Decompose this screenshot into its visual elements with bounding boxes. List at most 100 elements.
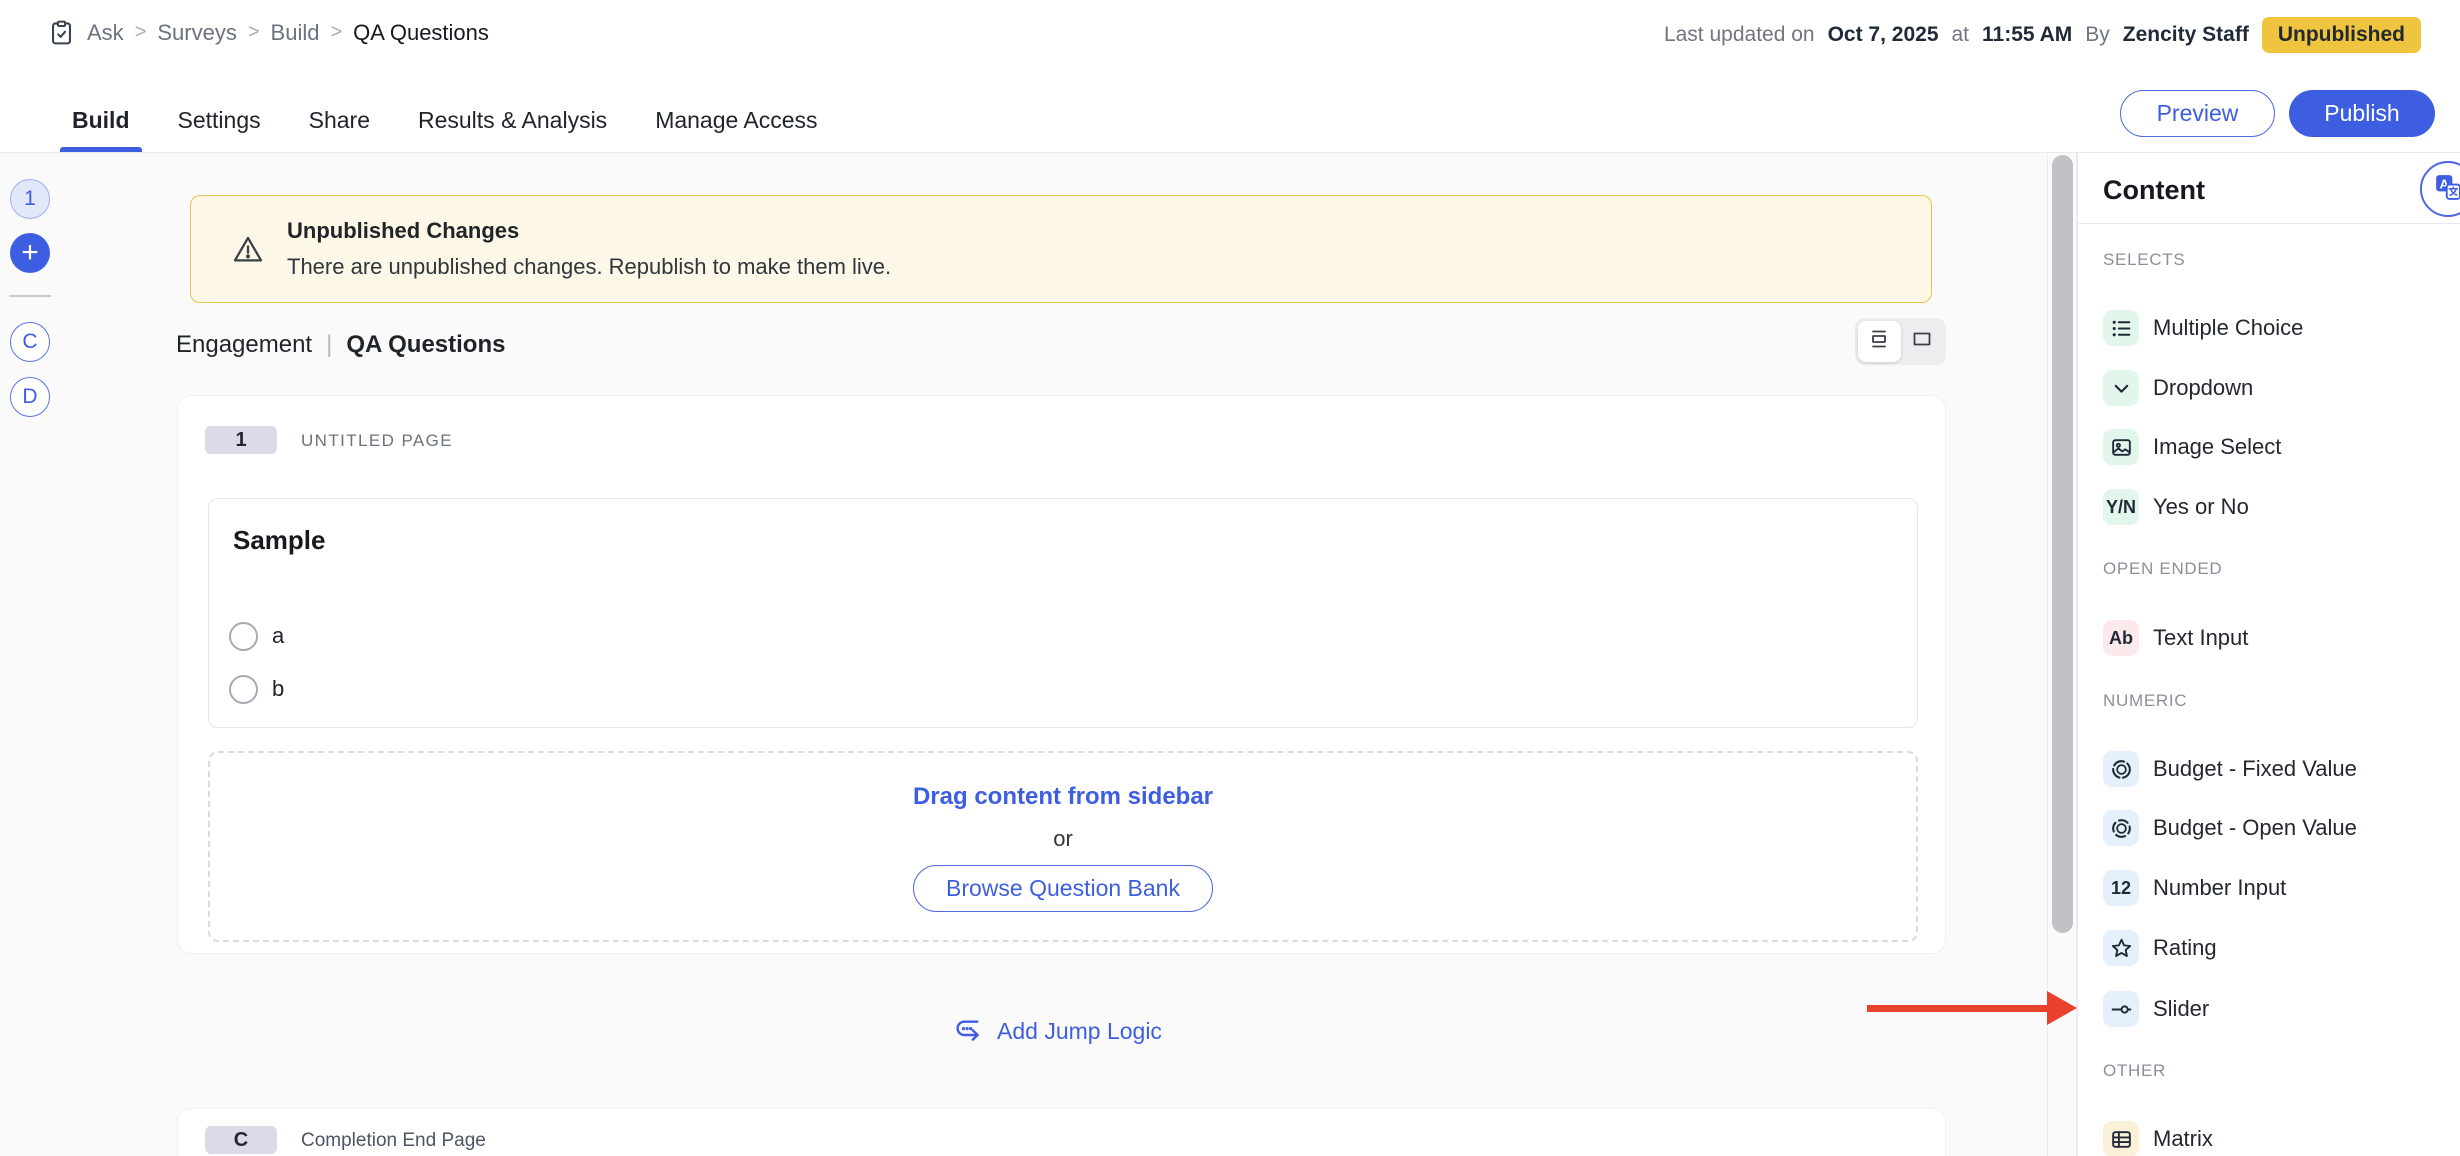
preview-button[interactable]: Preview: [2120, 90, 2275, 137]
rows-view-toggle[interactable]: [1858, 321, 1901, 362]
section-label-selects: SELECTS: [2103, 250, 2186, 269]
content-item-slider[interactable]: Slider: [2103, 982, 2452, 1036]
image-select-icon: [2103, 429, 2139, 465]
translate-button[interactable]: A: [2420, 161, 2460, 217]
banner-message: There are unpublished changes. Republish…: [287, 254, 892, 279]
red-arrow-annotation-head: [2047, 991, 2077, 1025]
content-item-label: Text Input: [2153, 625, 2249, 650]
completion-badge: C: [205, 1126, 277, 1154]
budget-fixed-icon: [2103, 751, 2139, 787]
content-panel-title: Content: [2103, 175, 2205, 205]
content-item-rating[interactable]: Rating: [2103, 921, 2452, 975]
budget-open-icon: [2103, 810, 2139, 846]
content-item-label: Budget - Fixed Value: [2153, 756, 2357, 781]
rail-page-1-button[interactable]: 1: [10, 179, 50, 219]
card-view-toggle[interactable]: [1901, 321, 1944, 362]
panel-divider: [2078, 223, 2460, 224]
content-item-label: Dropdown: [2153, 375, 2254, 400]
tab-build[interactable]: Build: [60, 88, 141, 152]
jump-logic-icon: [952, 1013, 984, 1050]
content-item-budget-fixed-value[interactable]: Budget - Fixed Value: [2103, 742, 2452, 796]
question-title: Sample: [233, 525, 326, 555]
content-item-number-input[interactable]: 12 Number Input: [2103, 861, 2452, 915]
survey-page-card: 1 UNTITLED PAGE Sample a b Drag content …: [177, 395, 1946, 954]
yes-no-icon: Y/N: [2103, 489, 2139, 525]
slider-icon: [2103, 991, 2139, 1027]
content-item-label: Yes or No: [2153, 494, 2249, 519]
content-item-label: Budget - Open Value: [2153, 815, 2357, 840]
main-tabs: Build Settings Share Results & Analysis …: [60, 88, 818, 152]
breadcrumb-item-ask[interactable]: Ask: [87, 20, 124, 46]
section-label-open-ended: OPEN ENDED: [2103, 559, 2223, 578]
tab-manage-access[interactable]: Manage Access: [655, 88, 817, 152]
content-item-budget-open-value[interactable]: Budget - Open Value: [2103, 801, 2452, 855]
path-divider: |: [326, 331, 333, 358]
section-label-other: OTHER: [2103, 1061, 2166, 1080]
rail-divider: [9, 295, 51, 297]
radio-option-b[interactable]: [229, 674, 258, 704]
content-item-image-select[interactable]: Image Select: [2103, 420, 2452, 474]
multiple-choice-icon: [2103, 310, 2139, 346]
jump-logic-label: Add Jump Logic: [997, 1017, 1162, 1044]
banner-title: Unpublished Changes: [287, 218, 520, 243]
unpublished-changes-banner: Unpublished Changes There are unpublishe…: [190, 195, 1932, 303]
rows-view-icon: [1867, 327, 1891, 356]
breadcrumb-item-build[interactable]: Build: [271, 20, 320, 46]
by-label: By: [2085, 23, 2110, 46]
rail-disqualification-button[interactable]: D: [10, 377, 50, 417]
content-item-matrix[interactable]: Matrix: [2103, 1112, 2452, 1156]
tab-settings[interactable]: Settings: [178, 88, 261, 152]
browse-question-bank-button[interactable]: Browse Question Bank: [913, 865, 1213, 912]
content-drop-zone[interactable]: Drag content from sidebar or Browse Ques…: [208, 751, 1918, 942]
red-arrow-annotation-line: [1867, 1005, 2049, 1012]
vertical-scrollbar-thumb[interactable]: [2052, 155, 2073, 933]
top-header: Ask > Surveys > Build > QA Questions Las…: [0, 0, 2460, 153]
question-option-b: b: [229, 672, 284, 706]
question-option-a: a: [229, 619, 284, 653]
last-updated-time: 11:55 AM: [1982, 23, 2073, 46]
content-item-yes-or-no[interactable]: Y/N Yes or No: [2103, 480, 2452, 534]
page-number-badge: 1: [205, 426, 277, 454]
content-item-dropdown[interactable]: Dropdown: [2103, 361, 2452, 415]
builder-main: 1 + C D Unpublished Changes There are un…: [0, 153, 2460, 1156]
last-updated-author: Zencity Staff: [2122, 23, 2249, 46]
page-title-label: UNTITLED PAGE: [301, 431, 454, 450]
matrix-icon: [2103, 1121, 2139, 1156]
breadcrumb-separator: >: [134, 21, 147, 43]
warning-triangle-icon: [231, 232, 265, 266]
content-panel: Content A SELECTS Multiple Choice Dropdo…: [2077, 153, 2460, 1156]
breadcrumb-separator: >: [247, 21, 260, 43]
add-jump-logic-link[interactable]: Add Jump Logic: [952, 1008, 1162, 1054]
survey-path-heading: Engagement | QA Questions: [176, 331, 505, 359]
header-actions: Preview Publish: [2120, 90, 2435, 137]
rating-icon: [2103, 930, 2139, 966]
content-item-label: Slider: [2153, 996, 2210, 1021]
content-item-text-input[interactable]: Ab Text Input: [2103, 611, 2452, 665]
breadcrumb: Ask > Surveys > Build > QA Questions: [47, 18, 489, 47]
completion-end-page-card[interactable]: C Completion End Page: [177, 1108, 1946, 1156]
breadcrumb-item-surveys[interactable]: Surveys: [157, 20, 236, 46]
last-updated-prefix: Last updated on: [1663, 23, 1815, 46]
content-item-label: Matrix: [2153, 1126, 2213, 1151]
status-badge: Unpublished: [2261, 17, 2421, 53]
number-input-icon: 12: [2103, 870, 2139, 906]
clipboard-icon: [47, 18, 76, 47]
completion-label: Completion End Page: [301, 1130, 486, 1151]
content-item-label: Rating: [2153, 935, 2217, 960]
option-b-label: b: [272, 676, 285, 701]
breadcrumb-item-current: QA Questions: [353, 19, 489, 45]
last-updated-meta: Last updated on Oct 7, 2025 at 11:55 AM …: [1664, 17, 2421, 53]
content-item-multiple-choice[interactable]: Multiple Choice: [2103, 301, 2452, 355]
radio-option-a[interactable]: [229, 621, 258, 651]
question-card[interactable]: Sample a b: [208, 498, 1918, 728]
breadcrumb-separator: >: [330, 21, 343, 43]
survey-category: Engagement: [176, 331, 313, 358]
tab-results-analysis[interactable]: Results & Analysis: [418, 88, 607, 152]
rail-completion-button[interactable]: C: [10, 322, 50, 362]
drop-zone-title: Drag content from sidebar: [912, 783, 1214, 810]
publish-button[interactable]: Publish: [2289, 90, 2435, 137]
tab-share[interactable]: Share: [309, 88, 370, 152]
survey-builder-app: Ask > Surveys > Build > QA Questions Las…: [0, 0, 2460, 1156]
add-page-button[interactable]: +: [10, 233, 50, 273]
banner-text: Unpublished Changes There are unpublishe…: [287, 218, 891, 280]
